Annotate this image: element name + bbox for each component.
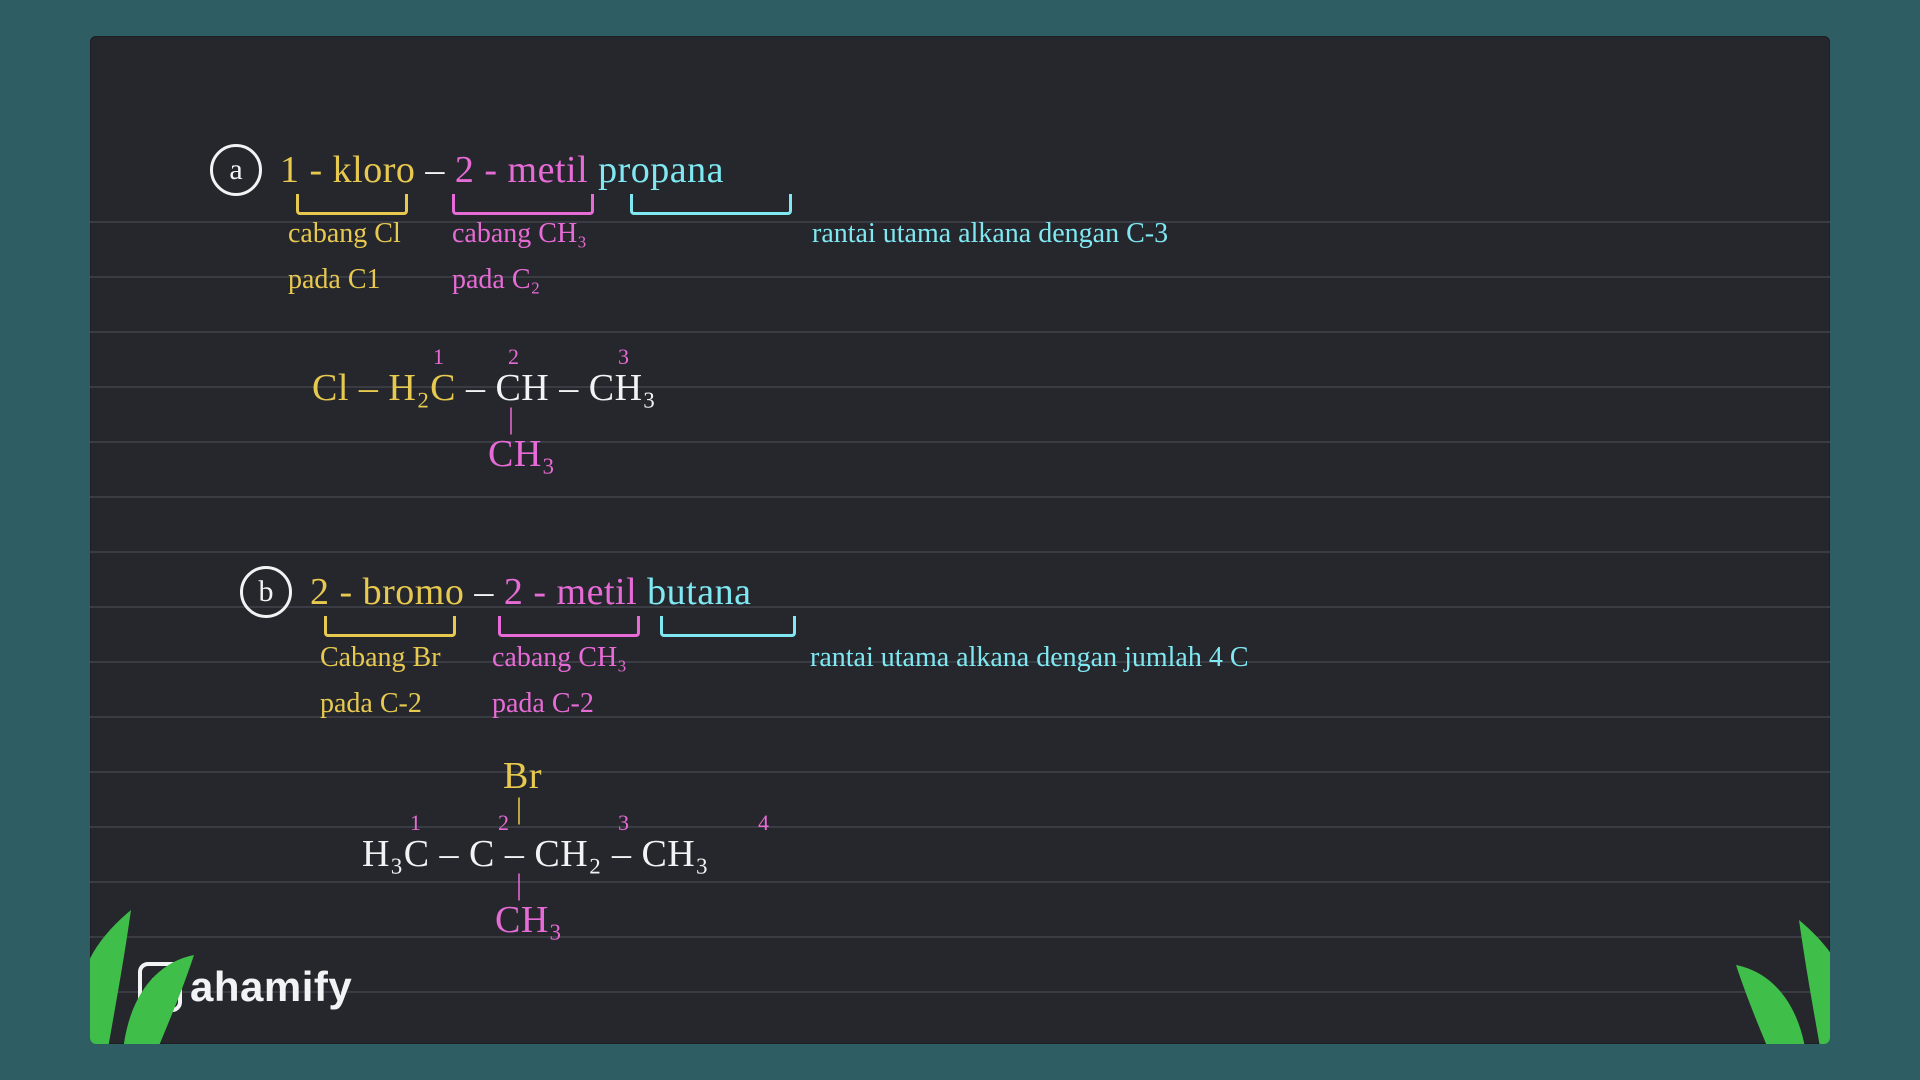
label-cabang-cl: cabang Cl: [288, 218, 401, 250]
frag-b-c4: CH₃: [641, 833, 709, 875]
bracket-bromo: [324, 616, 456, 637]
frag-b-c1: H₃C –: [362, 833, 459, 875]
title-metil-b: 2 - metil: [504, 571, 637, 613]
title-propana: propana: [598, 149, 724, 191]
branch-b-ch3: CH₃: [495, 898, 563, 942]
bracket-butana: [660, 616, 796, 637]
bond-b-bottom: |: [516, 868, 523, 902]
label-rantai-a: rantai utama alkana dengan C-3: [812, 218, 1168, 250]
structure-b-main: H₃C – C – CH₂ – CH₃: [362, 832, 709, 876]
leaf-decoration-right: [1700, 864, 1830, 1044]
bracket-kloro: [296, 194, 408, 215]
title-bromo: 2 - bromo: [310, 571, 464, 613]
bracket-metil-b: [498, 616, 640, 637]
blackboard: a 1 - kloro – 2 - metil propana c: [90, 36, 1830, 1044]
section-a-title: 1 - kloro – 2 - metil propana: [280, 148, 724, 192]
branch-a-ch3: CH₃: [488, 432, 556, 476]
frag-ch-mid: – CH –: [466, 367, 579, 409]
label-pada-c2-br: pada C-2: [320, 688, 422, 720]
structure-a-main: Cl – H₂C – CH – CH₃: [312, 366, 656, 410]
bond-a-vert: |: [508, 402, 515, 436]
label-cabang-ch3-b: cabang CH₃: [492, 642, 627, 674]
section-b-badge: b: [240, 566, 292, 618]
label-cabang-br: Cabang Br: [320, 642, 441, 674]
label-rantai-b: rantai utama alkana dengan jumlah 4 C: [810, 642, 1249, 674]
label-pada-c2-ch3: pada C-2: [492, 688, 594, 720]
frag-b-c3: – CH₂ –: [505, 833, 632, 875]
bracket-propana: [630, 194, 792, 215]
frag-cl: Cl – H₂C: [312, 367, 456, 409]
title-kloro: 1 - kloro: [280, 149, 415, 191]
num-b-4: 4: [758, 810, 769, 836]
section-a-badge: a: [210, 144, 262, 196]
label-pada-c1: pada C1: [288, 264, 381, 296]
leaf-decoration-left: [90, 854, 230, 1044]
bracket-metil: [452, 194, 594, 215]
label-cabang-ch3: cabang CH₃: [452, 218, 587, 250]
frag-b-c2: C: [469, 833, 495, 875]
title-butana: butana: [647, 571, 751, 613]
frag-ch3-end: CH₃: [589, 367, 657, 409]
section-b-title: 2 - bromo – 2 - metil butana: [310, 570, 751, 614]
bond-b-top: |: [516, 792, 523, 826]
title-metil: 2 - metil: [455, 149, 588, 191]
label-pada-c2: pada C₂: [452, 264, 540, 296]
